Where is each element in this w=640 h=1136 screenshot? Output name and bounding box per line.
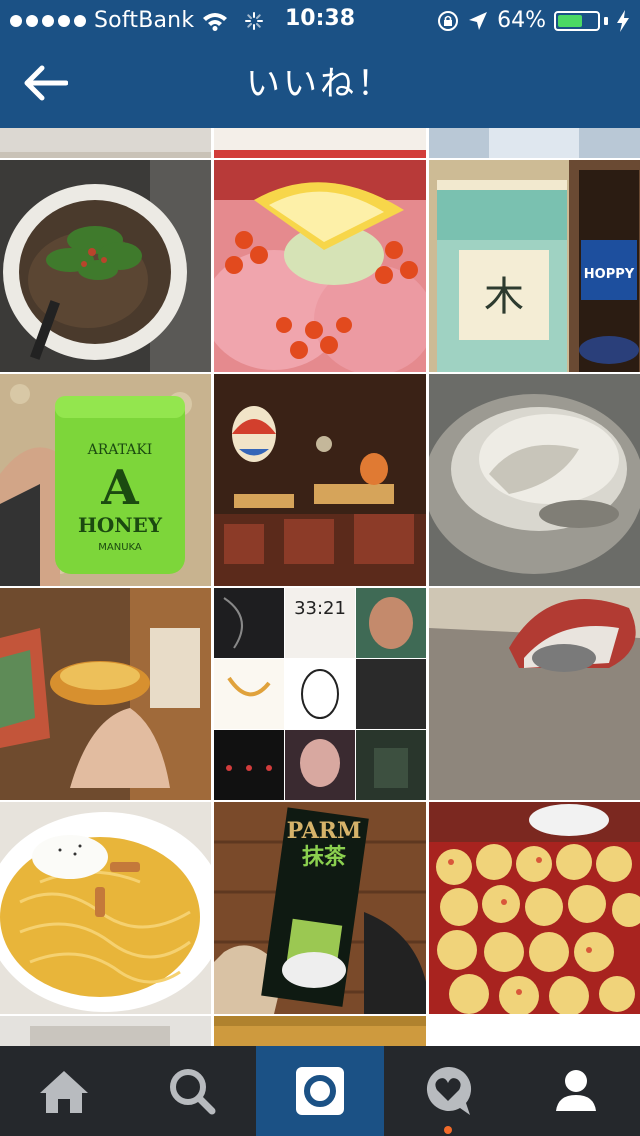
svg-text:A: A	[100, 460, 139, 516]
carbonara-pasta	[0, 802, 211, 1014]
tab-search[interactable]	[128, 1046, 256, 1136]
photo-thumbnail[interactable]	[429, 374, 640, 586]
parm-matcha-icecream: PARM 抹茶	[214, 802, 426, 1014]
tab-camera[interactable]	[256, 1046, 384, 1136]
svg-text:HOPPY: HOPPY	[584, 267, 635, 282]
header: SoftBank 10:38 64% いいね！	[0, 0, 640, 128]
raw-oyster	[429, 374, 640, 586]
album-collage: 33:21	[214, 588, 426, 800]
profile-icon	[556, 1070, 596, 1111]
sock-on-carpet	[429, 588, 640, 800]
photo-thumbnail[interactable]	[429, 802, 640, 1014]
photo-thumbnail[interactable]: ARATAKI A HONEY MANUKA	[0, 374, 211, 586]
rotation-lock-icon	[438, 10, 459, 31]
svg-text:PARM: PARM	[287, 818, 362, 844]
liked-photos-grid: 木 HOPPY ARATAKI A HONEY MANUKA 33:21 PAR…	[0, 128, 640, 1046]
photo-thumbnail-partial[interactable]	[429, 128, 640, 158]
salmon-roe-lemon	[214, 160, 426, 372]
svg-text:木: 木	[484, 274, 524, 320]
battery-percent: 64%	[497, 8, 546, 33]
photo-thumbnail[interactable]	[214, 160, 426, 372]
collage-caption: 33:21	[294, 598, 346, 619]
photo-thumbnail-partial[interactable]	[214, 1016, 426, 1046]
photo-thumbnail[interactable]	[0, 160, 211, 372]
takoyaki-griddle	[429, 802, 640, 1014]
page-title: いいね！	[246, 64, 394, 104]
notification-dot	[444, 1126, 452, 1134]
photo-thumbnail[interactable]	[0, 588, 211, 800]
photo-thumbnail[interactable]	[0, 802, 211, 1014]
photo-thumbnail[interactable]: 33:21	[214, 588, 426, 800]
battery-icon	[554, 10, 608, 31]
tab-bar	[0, 1046, 640, 1136]
nav-bar: いいね！	[0, 40, 640, 128]
lantern-bar-interior	[214, 374, 426, 586]
photo-thumbnail-partial[interactable]	[0, 1016, 211, 1046]
photo-thumbnail[interactable]: PARM 抹茶	[214, 802, 426, 1014]
svg-text:HONEY: HONEY	[78, 513, 163, 537]
svg-text:抹茶: 抹茶	[302, 845, 347, 870]
svg-text:MANUKA: MANUKA	[98, 542, 142, 553]
arataki-honey-jar: ARATAKI A HONEY MANUKA	[0, 374, 211, 586]
photo-thumbnail-partial[interactable]	[0, 128, 211, 158]
hoppy-drink-glass: 木 HOPPY	[429, 160, 640, 372]
location-arrow-icon	[469, 11, 488, 30]
svg-text:ARATAKI: ARATAKI	[87, 442, 153, 458]
camera-icon	[296, 1067, 344, 1115]
tab-profile[interactable]	[512, 1046, 640, 1136]
photo-thumbnail[interactable]	[429, 588, 640, 800]
photo-thumbnail-partial[interactable]	[429, 1016, 640, 1046]
back-button[interactable]	[20, 60, 70, 106]
tab-activity[interactable]	[384, 1046, 512, 1136]
status-bar: SoftBank 10:38 64%	[0, 0, 640, 40]
photo-thumbnail[interactable]: 木 HOPPY	[429, 160, 640, 372]
activity-heart-icon	[426, 1066, 472, 1115]
home-icon	[40, 1071, 88, 1113]
photo-thumbnail-partial[interactable]	[214, 128, 426, 158]
noodle-soup-bowl	[0, 160, 211, 372]
photo-thumbnail[interactable]	[214, 374, 426, 586]
back-arrow-icon	[24, 65, 68, 101]
search-icon	[170, 1069, 216, 1115]
charging-bolt-icon	[617, 9, 629, 32]
tab-home[interactable]	[0, 1046, 128, 1136]
cheese-tart-hand	[0, 588, 211, 800]
